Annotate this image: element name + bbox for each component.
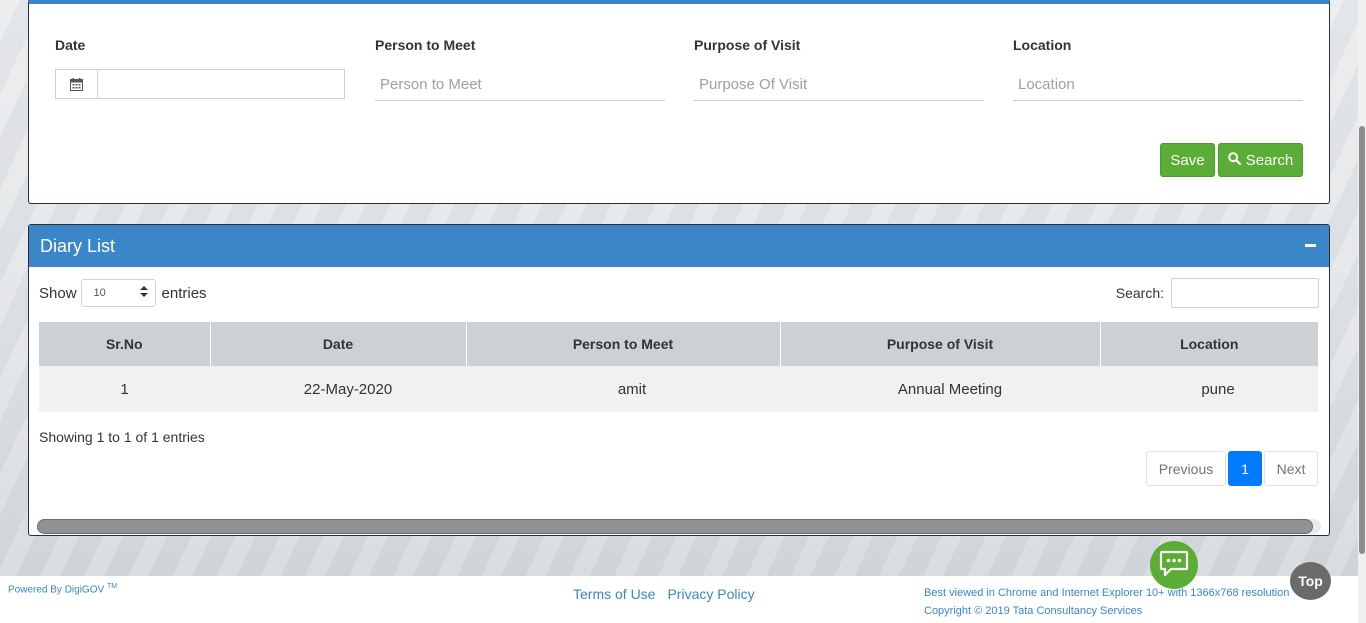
diary-list-title: Diary List (40, 235, 116, 256)
calendar-icon[interactable] (56, 70, 98, 98)
footer-links: Terms of Use Privacy Policy (573, 586, 755, 602)
purpose-of-visit-input[interactable] (694, 68, 984, 101)
vertical-scrollbar-thumb[interactable] (1359, 126, 1365, 554)
back-to-top-button[interactable]: Top (1290, 562, 1331, 600)
column-header-srno[interactable]: Sr.No (39, 322, 211, 366)
trademark-mark: TM (106, 583, 118, 590)
pagination-page-1[interactable]: 1 (1228, 451, 1262, 486)
horizontal-scrollbar[interactable] (37, 519, 1321, 534)
table-row[interactable]: 1 22-May-2020 amit Annual Meeting pune (39, 366, 1318, 412)
powered-by: Powered By DigiGOV TM (8, 583, 117, 595)
cell-person: amit (466, 366, 780, 412)
location-label: Location (1013, 37, 1072, 53)
pagination-next[interactable]: Next (1264, 451, 1318, 486)
search-button-label: Search (1245, 151, 1294, 169)
page-length-select[interactable]: 10 (80, 279, 156, 307)
copyright-text: Copyright © 2019 Tata Consultancy Servic… (924, 605, 1143, 617)
visit-form-panel: Date Person to Meet Purpose of Visit Loc… (28, 0, 1330, 204)
save-button[interactable]: Save (1160, 143, 1215, 177)
search-icon (1227, 151, 1241, 169)
save-button-label: Save (1170, 151, 1205, 169)
table-search-input[interactable] (1171, 278, 1319, 308)
date-label: Date (55, 37, 86, 53)
cell-location: pune (1100, 366, 1318, 412)
column-header-date[interactable]: Date (210, 322, 467, 366)
date-input-group[interactable] (55, 69, 345, 99)
page-length-value: 10 (93, 287, 106, 299)
entries-label: entries (161, 284, 207, 302)
table-info: Showing 1 to 1 of 1 entries (39, 429, 205, 445)
column-header-person[interactable]: Person to Meet (466, 322, 781, 366)
pagination: Previous 1 Next (1146, 451, 1318, 486)
show-label: Show (39, 284, 77, 302)
privacy-policy-link[interactable]: Privacy Policy (667, 586, 754, 602)
powered-by-text: Powered By DigiGOV (8, 584, 105, 596)
page-length-control: Show 10 entries (39, 279, 207, 307)
cell-srno: 1 (39, 366, 210, 412)
collapse-icon[interactable] (1303, 236, 1317, 254)
column-header-purpose[interactable]: Purpose of Visit (780, 322, 1101, 366)
vertical-scrollbar[interactable] (1358, 0, 1366, 623)
table-search-label: Search: (1115, 285, 1164, 301)
terms-of-use-link[interactable]: Terms of Use (573, 586, 655, 602)
search-button[interactable]: Search (1218, 143, 1303, 177)
table-header-row: Sr.No Date Person to Meet Purpose of Vis… (39, 322, 1318, 366)
footer-info: Best viewed in Chrome and Internet Explo… (924, 584, 1304, 620)
location-input[interactable] (1013, 68, 1303, 101)
cell-date: 22-May-2020 (210, 366, 466, 412)
table-search-control: Search: (1116, 278, 1319, 308)
diary-list-header: Diary List (29, 225, 1329, 267)
best-viewed-text: Best viewed in Chrome and Internet Explo… (924, 587, 1290, 599)
diary-list-panel: Diary List Show 10 entries Search: Sr.No… (28, 224, 1330, 536)
pagination-previous[interactable]: Previous (1146, 451, 1226, 486)
footer: Powered By DigiGOV TM Terms of Use Priva… (0, 576, 1358, 623)
horizontal-scrollbar-thumb[interactable] (37, 519, 1313, 534)
sort-arrows-icon (139, 286, 148, 300)
diary-table: Sr.No Date Person to Meet Purpose of Vis… (39, 322, 1318, 412)
chat-icon (1159, 549, 1189, 582)
column-header-location[interactable]: Location (1100, 322, 1318, 366)
person-label: Person to Meet (375, 37, 476, 53)
person-to-meet-input[interactable] (375, 68, 665, 101)
date-field[interactable] (98, 70, 344, 98)
chat-button[interactable] (1150, 541, 1198, 589)
purpose-label: Purpose of Visit (694, 37, 801, 53)
cell-purpose: Annual Meeting (780, 366, 1100, 412)
